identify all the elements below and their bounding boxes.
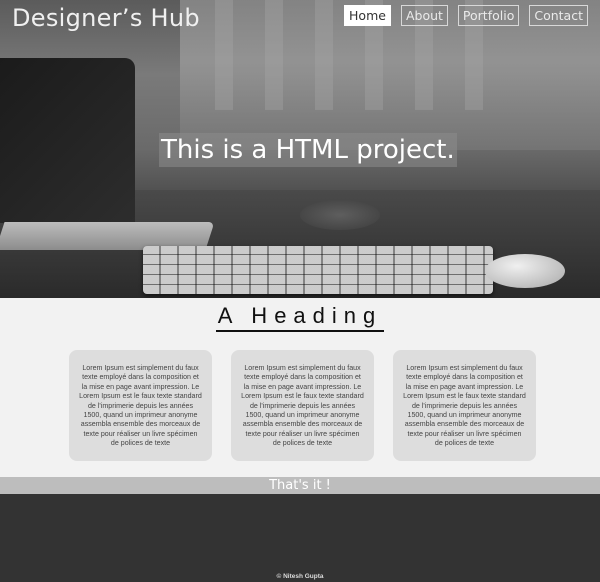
section-heading-text: A Heading: [215, 303, 385, 332]
thats-it-banner: That's it !: [0, 477, 600, 494]
blind-stripe: [215, 0, 233, 110]
nav-home[interactable]: Home: [344, 5, 391, 26]
content-section: A Heading Lorem Ipsum est simplement du …: [0, 298, 600, 477]
hero-section: Designer’s Hub Home About Portfolio Cont…: [0, 0, 600, 298]
section-heading: A Heading: [0, 303, 600, 332]
info-card: Lorem Ipsum est simplement du faux texte…: [231, 350, 374, 461]
info-card: Lorem Ipsum est simplement du faux texte…: [393, 350, 536, 461]
blind-stripe: [265, 0, 283, 110]
nav-portfolio[interactable]: Portfolio: [457, 5, 520, 26]
hero-mouse: [485, 254, 565, 288]
copyright-text: © Nitesh Gupta: [276, 573, 324, 580]
hero-keyboard: [143, 246, 493, 294]
card-row: Lorem Ipsum est simplement du faux texte…: [69, 350, 536, 461]
main-nav: Home About Portfolio Contact: [344, 5, 588, 26]
info-card: Lorem Ipsum est simplement du faux texte…: [69, 350, 212, 461]
hero-title: This is a HTML project.: [159, 133, 457, 167]
hero-laptop: [0, 58, 135, 223]
blind-stripe: [315, 0, 333, 110]
brand-logo[interactable]: Designer’s Hub: [12, 4, 200, 32]
nav-contact[interactable]: Contact: [529, 5, 588, 26]
nav-about[interactable]: About: [400, 5, 448, 26]
hero-cup: [300, 200, 380, 230]
footer: © Nitesh Gupta: [0, 494, 600, 582]
